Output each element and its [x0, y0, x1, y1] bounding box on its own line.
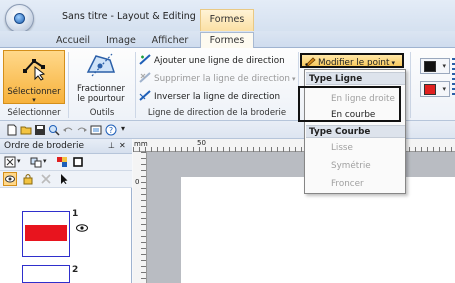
color-sort-icon[interactable]	[56, 156, 68, 168]
delete-direction-line-icon	[139, 72, 151, 83]
customize-toolbar-icon[interactable]: ▾	[121, 124, 125, 133]
add-direction-line-icon	[139, 54, 151, 65]
invert-direction-line-button[interactable]: Inverser la ligne de direction	[139, 90, 280, 103]
left-ruler: 0	[133, 152, 147, 283]
embroidery-item-2-thumbnail[interactable]	[22, 265, 70, 283]
invert-direction-line-label: Inverser la ligne de direction	[154, 92, 281, 102]
window-icon[interactable]	[90, 124, 102, 136]
panel-header: Ordre de broderie ⊥ ✕	[0, 139, 132, 154]
menu-item-cusp[interactable]: Froncer	[331, 179, 364, 189]
tab-formes[interactable]: Formes	[200, 32, 254, 48]
panel-toolbar-secondary	[0, 171, 132, 188]
view-mode-icon[interactable]	[4, 156, 16, 168]
modify-point-button[interactable]: Modifier le point ▾	[300, 53, 404, 68]
open-folder-icon[interactable]	[20, 124, 32, 136]
context-tab-group-label: Formes	[200, 9, 254, 31]
application-window: Sans titre - Layout & Editing Formes Acc…	[0, 0, 455, 283]
menu-item-symmetry[interactable]: Symétrie	[331, 161, 371, 171]
pointer-icon[interactable]	[58, 173, 70, 185]
help-icon[interactable]: ?	[105, 124, 117, 136]
new-file-icon[interactable]	[6, 124, 18, 136]
curve-type-header: Type Courbe	[306, 125, 405, 138]
redo-icon[interactable]	[76, 124, 88, 136]
chevron-down-icon: ▾	[442, 62, 446, 70]
embroidery-item-1-shape	[25, 225, 67, 241]
delete-icon[interactable]	[40, 173, 52, 185]
fill-color-swatch	[424, 84, 436, 95]
chevron-down-icon: ▾	[32, 96, 36, 104]
app-logo-icon	[14, 13, 25, 24]
split-outline-icon	[86, 53, 116, 77]
chevron-down-icon[interactable]: ▾	[43, 157, 47, 165]
callout-highlight-box	[298, 86, 401, 122]
tab-image[interactable]: Image	[102, 33, 140, 49]
close-icon[interactable]: ✕	[119, 141, 126, 150]
chevron-down-icon: ▾	[442, 85, 446, 93]
top-ruler: mm 50	[133, 139, 455, 152]
title-bar: Sans titre - Layout & Editing Formes	[0, 0, 455, 33]
save-icon[interactable]	[34, 124, 46, 136]
select-arrow-icon	[23, 59, 46, 81]
ruler-tick-label-50: 50	[197, 139, 206, 147]
group-icon[interactable]	[30, 156, 42, 168]
chevron-down-icon: ▾	[391, 59, 395, 67]
window-title: Sans titre - Layout & Editing	[62, 11, 196, 22]
delete-direction-line-button[interactable]: Supprimer la ligne de direction ▾	[139, 72, 296, 85]
panel-toolbar: ▾ ▾	[0, 154, 132, 171]
tab-afficher[interactable]: Afficher	[147, 33, 193, 49]
embroidery-item-2-number: 2	[72, 265, 79, 275]
line-color-swatch	[424, 61, 436, 72]
design-canvas-area[interactable]: mm 50 0	[133, 139, 455, 283]
group-label-direction: Ligne de direction de la broderie	[147, 108, 287, 118]
visibility-eye-icon[interactable]	[76, 224, 88, 232]
svg-text:?: ?	[109, 126, 113, 135]
panel-title: Ordre de broderie	[4, 141, 85, 151]
zoom-icon[interactable]	[48, 124, 60, 136]
eye-icon	[5, 175, 15, 183]
ruler-ticks	[133, 147, 455, 152]
add-direction-line-button[interactable]: Ajouter une ligne de direction	[139, 54, 285, 67]
chevron-down-icon: ▾	[292, 75, 296, 83]
tab-accueil[interactable]: Accueil	[50, 33, 96, 49]
split-outline-button[interactable]: Fractionner le pourtour	[71, 50, 131, 104]
embroidery-item-1-thumbnail[interactable]	[22, 211, 70, 257]
embroidery-item-1-number: 1	[72, 209, 79, 219]
invert-direction-line-icon	[139, 90, 151, 101]
group-label-select: Sélectionner	[7, 108, 61, 118]
lock-icon[interactable]	[22, 173, 34, 185]
split-outline-label-line1: Fractionner	[76, 84, 126, 94]
pin-icon[interactable]: ⊥	[108, 141, 115, 150]
modify-point-label: Modifier le point	[318, 58, 390, 68]
add-direction-line-label: Ajouter une ligne de direction	[154, 56, 285, 66]
chevron-down-icon[interactable]: ▾	[17, 157, 21, 165]
line-color-button[interactable]: ▾	[420, 58, 450, 74]
menu-item-smooth[interactable]: Lisse	[331, 143, 353, 153]
split-outline-label-line2: le pourtour	[77, 94, 125, 104]
frame-icon[interactable]	[72, 156, 84, 168]
embroidery-order-panel: Ordre de broderie ⊥ ✕ ▾ ▾ 1 2	[0, 139, 132, 283]
undo-icon[interactable]	[62, 124, 74, 136]
group-label-tools: Outils	[89, 108, 115, 118]
line-type-header: Type Ligne	[306, 72, 405, 85]
group-divider	[410, 52, 411, 118]
ruler-tick-label-0: 0	[135, 178, 140, 186]
ribbon-tab-row: Accueil Image Afficher Formes	[0, 31, 455, 48]
delete-direction-line-label: Supprimer la ligne de direction	[154, 74, 291, 84]
pen-point-icon	[305, 57, 316, 67]
ruler-ticks-vertical	[141, 152, 146, 283]
select-button[interactable]: Sélectionner ▾	[3, 50, 65, 104]
application-menu-button[interactable]	[5, 4, 34, 33]
fill-color-button[interactable]: ▾	[420, 81, 450, 97]
